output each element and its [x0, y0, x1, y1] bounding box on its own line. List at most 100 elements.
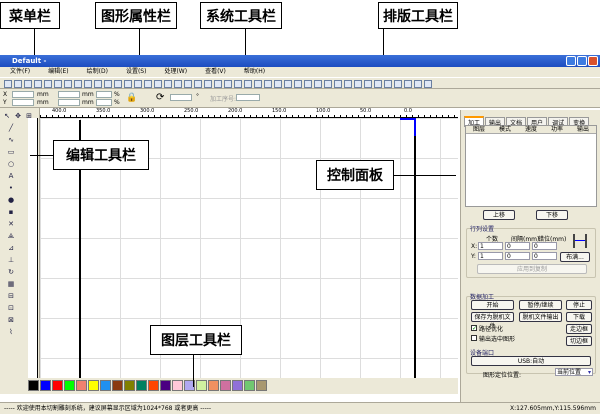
layer-color-swatch[interactable] — [40, 380, 51, 391]
path-tool-icon[interactable]: ⌇ — [7, 328, 15, 336]
menu-settings[interactable]: 设置(S) — [126, 67, 147, 77]
align-vcenter-icon[interactable] — [324, 80, 332, 88]
rotate-icon[interactable]: ⟳ — [156, 92, 164, 103]
layer-color-swatch[interactable] — [88, 380, 99, 391]
bottom-right-icon[interactable] — [404, 80, 412, 88]
measure-tool-icon[interactable]: ⊥ — [7, 256, 15, 264]
stop-button[interactable]: 停止 — [566, 300, 592, 310]
walk-frame-button[interactable]: 走边框 — [566, 324, 592, 334]
fill-tool-icon[interactable]: ● — [7, 196, 15, 204]
hmirror-icon[interactable] — [204, 80, 212, 88]
pause-continue-button[interactable]: 暂停/继续 — [519, 300, 562, 310]
menu-draw[interactable]: 绘制(D) — [87, 67, 108, 77]
zoom-in-icon[interactable] — [84, 80, 92, 88]
layer-table[interactable]: 图层 模式 速度 功率 输出 — [465, 125, 597, 207]
x-spacing-input[interactable]: 0 — [505, 242, 530, 250]
y-count-input[interactable]: 1 — [478, 252, 503, 260]
window-icon[interactable] — [234, 80, 242, 88]
layer-color-swatch[interactable] — [220, 380, 231, 391]
redo-icon[interactable] — [64, 80, 72, 88]
width-input[interactable] — [58, 91, 80, 98]
align-right-icon[interactable] — [284, 80, 292, 88]
frame-icon[interactable] — [184, 80, 192, 88]
import-icon[interactable] — [34, 80, 42, 88]
export-icon[interactable] — [44, 80, 52, 88]
move-up-button[interactable]: 上移 — [483, 210, 515, 220]
h-space-icon[interactable] — [334, 80, 342, 88]
align-top-icon[interactable] — [294, 80, 302, 88]
tree-icon[interactable] — [194, 80, 202, 88]
menu-process[interactable]: 处理(W) — [164, 67, 187, 77]
layer-color-swatch[interactable] — [52, 380, 63, 391]
locate-position-select[interactable]: 当前位置 ▾ — [555, 368, 593, 376]
menu-view[interactable]: 查看(V) — [205, 67, 226, 77]
square-tool-icon[interactable]: ▪ — [7, 208, 15, 216]
array-direction-icon[interactable] — [573, 234, 587, 248]
top-left-icon[interactable] — [384, 80, 392, 88]
layer-color-swatch[interactable] — [172, 380, 183, 391]
close-button[interactable] — [588, 56, 598, 66]
node-icon[interactable] — [144, 80, 152, 88]
layer-color-swatch[interactable] — [124, 380, 135, 391]
layer-color-swatch[interactable] — [256, 380, 267, 391]
same-size-icon[interactable] — [374, 80, 382, 88]
array-tool-icon[interactable]: ▦ — [7, 280, 15, 288]
height-input[interactable] — [58, 99, 80, 106]
process-order-input[interactable] — [236, 94, 260, 101]
column-header[interactable]: 模式 — [492, 126, 518, 133]
bottom-left-icon[interactable] — [414, 80, 422, 88]
lock-icon[interactable]: 🔒 — [126, 93, 137, 103]
point-tool-icon[interactable]: • — [7, 184, 15, 192]
group-tool-icon[interactable]: ⊡ — [7, 304, 15, 312]
column-header[interactable]: 输出 — [570, 126, 596, 133]
usb-port-button[interactable]: USB:自动 — [471, 356, 591, 366]
same-height-icon[interactable] — [364, 80, 372, 88]
node-tool-icon[interactable]: ✥ — [14, 112, 22, 120]
layer-color-swatch[interactable] — [64, 380, 75, 391]
column-header[interactable]: 图层 — [466, 126, 492, 133]
undo-icon[interactable] — [54, 80, 62, 88]
triangle-tool-icon[interactable]: ⟁ — [7, 232, 15, 240]
menu-help[interactable]: 帮助(H) — [244, 67, 265, 77]
vmirror-icon[interactable] — [214, 80, 222, 88]
rect-select-icon[interactable] — [134, 80, 142, 88]
restore-button[interactable] — [577, 56, 587, 66]
delete-tool-icon[interactable]: ✕ — [7, 220, 15, 228]
zoom-fit-icon[interactable] — [104, 80, 112, 88]
red-icon[interactable] — [264, 80, 272, 88]
height-percent-input[interactable] — [96, 99, 112, 106]
menu-edit[interactable]: 编辑(E) — [48, 67, 68, 77]
start-button[interactable]: 开始 — [471, 300, 514, 310]
fill-layout-button[interactable]: 布满... — [560, 252, 590, 262]
x-offset-input[interactable]: 0 — [532, 242, 557, 250]
layer-color-swatch[interactable] — [208, 380, 219, 391]
save-offline-button[interactable]: 保存为脱机文件 — [471, 312, 514, 330]
select-tool-icon[interactable]: ↖ — [3, 112, 11, 120]
new-icon[interactable] — [4, 80, 12, 88]
save-icon[interactable] — [24, 80, 32, 88]
top-right-icon[interactable] — [394, 80, 402, 88]
zoom-page-icon[interactable] — [114, 80, 122, 88]
curve-tool-icon[interactable]: ∿ — [7, 136, 15, 144]
open-icon[interactable] — [14, 80, 22, 88]
layer-color-swatch[interactable] — [28, 380, 39, 391]
settings-icon[interactable] — [254, 80, 262, 88]
y-input[interactable] — [12, 99, 34, 106]
x-input[interactable] — [12, 91, 34, 98]
path-optimize-checkbox[interactable]: ✓ — [471, 325, 477, 332]
layer-color-swatch[interactable] — [196, 380, 207, 391]
angle-tool-icon[interactable]: ⊿ — [7, 244, 15, 252]
pan-icon[interactable] — [74, 80, 82, 88]
layer-color-swatch[interactable] — [76, 380, 87, 391]
y-spacing-input[interactable]: 0 — [505, 252, 530, 260]
bmp-icon[interactable] — [174, 80, 182, 88]
layer-color-swatch[interactable] — [244, 380, 255, 391]
layer-color-swatch[interactable] — [160, 380, 171, 391]
layer-color-swatch[interactable] — [112, 380, 123, 391]
split-tool-icon[interactable]: ⊟ — [7, 292, 15, 300]
same-width-icon[interactable] — [354, 80, 362, 88]
apply-copy-button[interactable]: 应用到复制 — [477, 264, 587, 274]
rect-tool-icon[interactable]: ▭ — [7, 148, 15, 156]
align-hcenter-icon[interactable] — [314, 80, 322, 88]
text-tool-icon[interactable]: A — [7, 172, 15, 180]
